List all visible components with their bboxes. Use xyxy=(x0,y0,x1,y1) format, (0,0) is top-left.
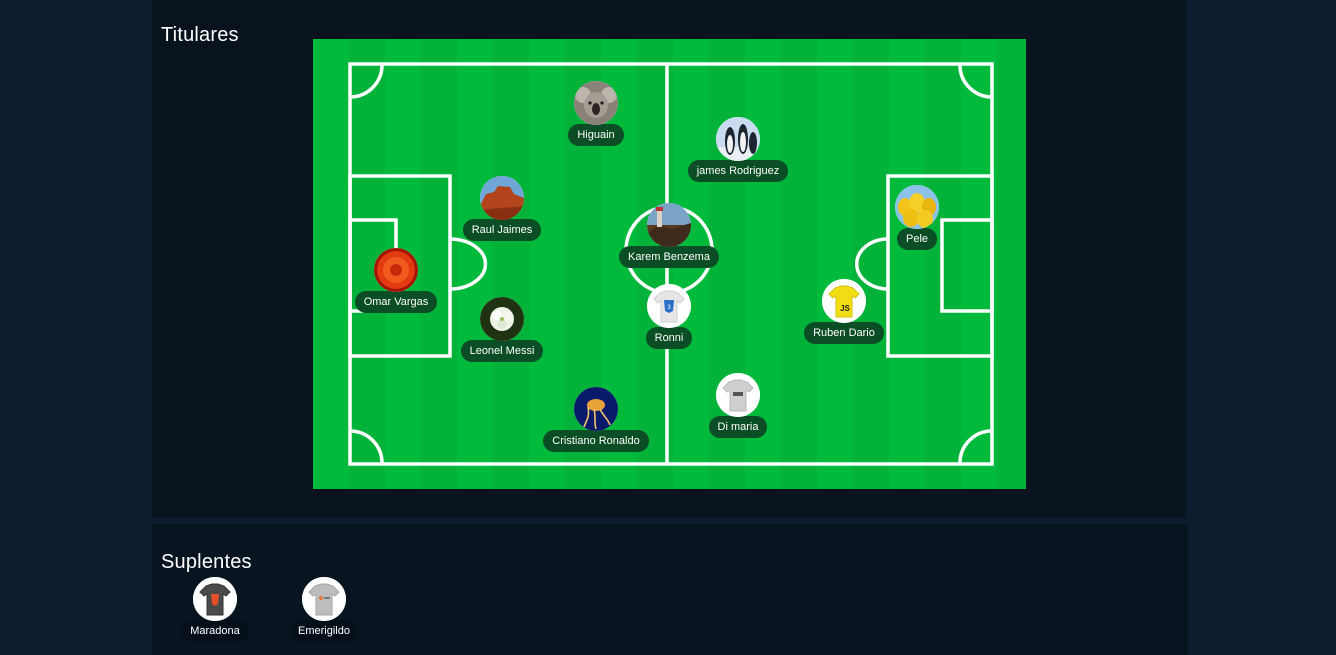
player-di-maria[interactable]: Di maria xyxy=(668,373,808,438)
player-karem-benzema[interactable]: Karem Benzema xyxy=(599,203,739,268)
html5-shirt-avatar-icon xyxy=(193,577,237,621)
css3-shirt-avatar-icon: 3 xyxy=(647,284,691,328)
player-name-label: Emerigildo xyxy=(289,620,359,642)
player-higuain[interactable]: Higuain xyxy=(526,81,666,146)
grey-shirt-avatar-icon xyxy=(302,577,346,621)
player-ruben-dario[interactable]: JS Ruben Dario xyxy=(774,279,914,344)
player-name-label: Raul Jaimes xyxy=(462,219,542,241)
js-shirt-avatar-icon: JS xyxy=(822,279,866,323)
substitutes-panel: Suplentes Maradona Emerigildo xyxy=(152,524,1188,655)
player-name-label: Maradona xyxy=(181,620,249,642)
player-name-label: Ruben Dario xyxy=(804,322,884,344)
hydrangea-avatar-icon xyxy=(480,297,524,341)
player-ronni[interactable]: 3 Ronni xyxy=(599,284,739,349)
starters-title: Titulares xyxy=(161,23,239,46)
player-name-label: Ronni xyxy=(645,327,693,349)
player-leonel-messi[interactable]: Leonel Messi xyxy=(432,297,572,362)
chrysanthemum-avatar-icon xyxy=(374,248,418,292)
jellyfish-avatar-icon xyxy=(574,387,618,431)
tulips-avatar-icon xyxy=(895,185,939,229)
substitutes-title: Suplentes xyxy=(161,550,252,573)
player-name-label: Karem Benzema xyxy=(619,246,719,268)
player-pele[interactable]: Pele xyxy=(847,185,987,250)
player-name-label: Leonel Messi xyxy=(460,340,544,362)
player-emerigildo[interactable]: Emerigildo xyxy=(254,577,394,642)
desert-avatar-icon xyxy=(480,176,524,220)
penguins-avatar-icon xyxy=(716,117,760,161)
player-name-label: Pele xyxy=(896,228,938,250)
player-james-rodriguez[interactable]: james Rodriguez xyxy=(668,117,808,182)
player-name-label: Higuain xyxy=(568,124,624,146)
grey-shirt-avatar-icon xyxy=(716,373,760,417)
player-name-label: Omar Vargas xyxy=(354,291,438,313)
player-name-label: Di maria xyxy=(708,416,768,438)
player-name-label: james Rodriguez xyxy=(687,160,789,182)
lighthouse-avatar-icon xyxy=(647,203,691,247)
player-name-label: Cristiano Ronaldo xyxy=(543,430,649,452)
player-raul-jaimes[interactable]: Raul Jaimes xyxy=(432,176,572,241)
player-cristiano-ronaldo[interactable]: Cristiano Ronaldo xyxy=(526,387,666,452)
svg-text:JS: JS xyxy=(840,304,850,313)
koala-avatar-icon xyxy=(574,81,618,125)
